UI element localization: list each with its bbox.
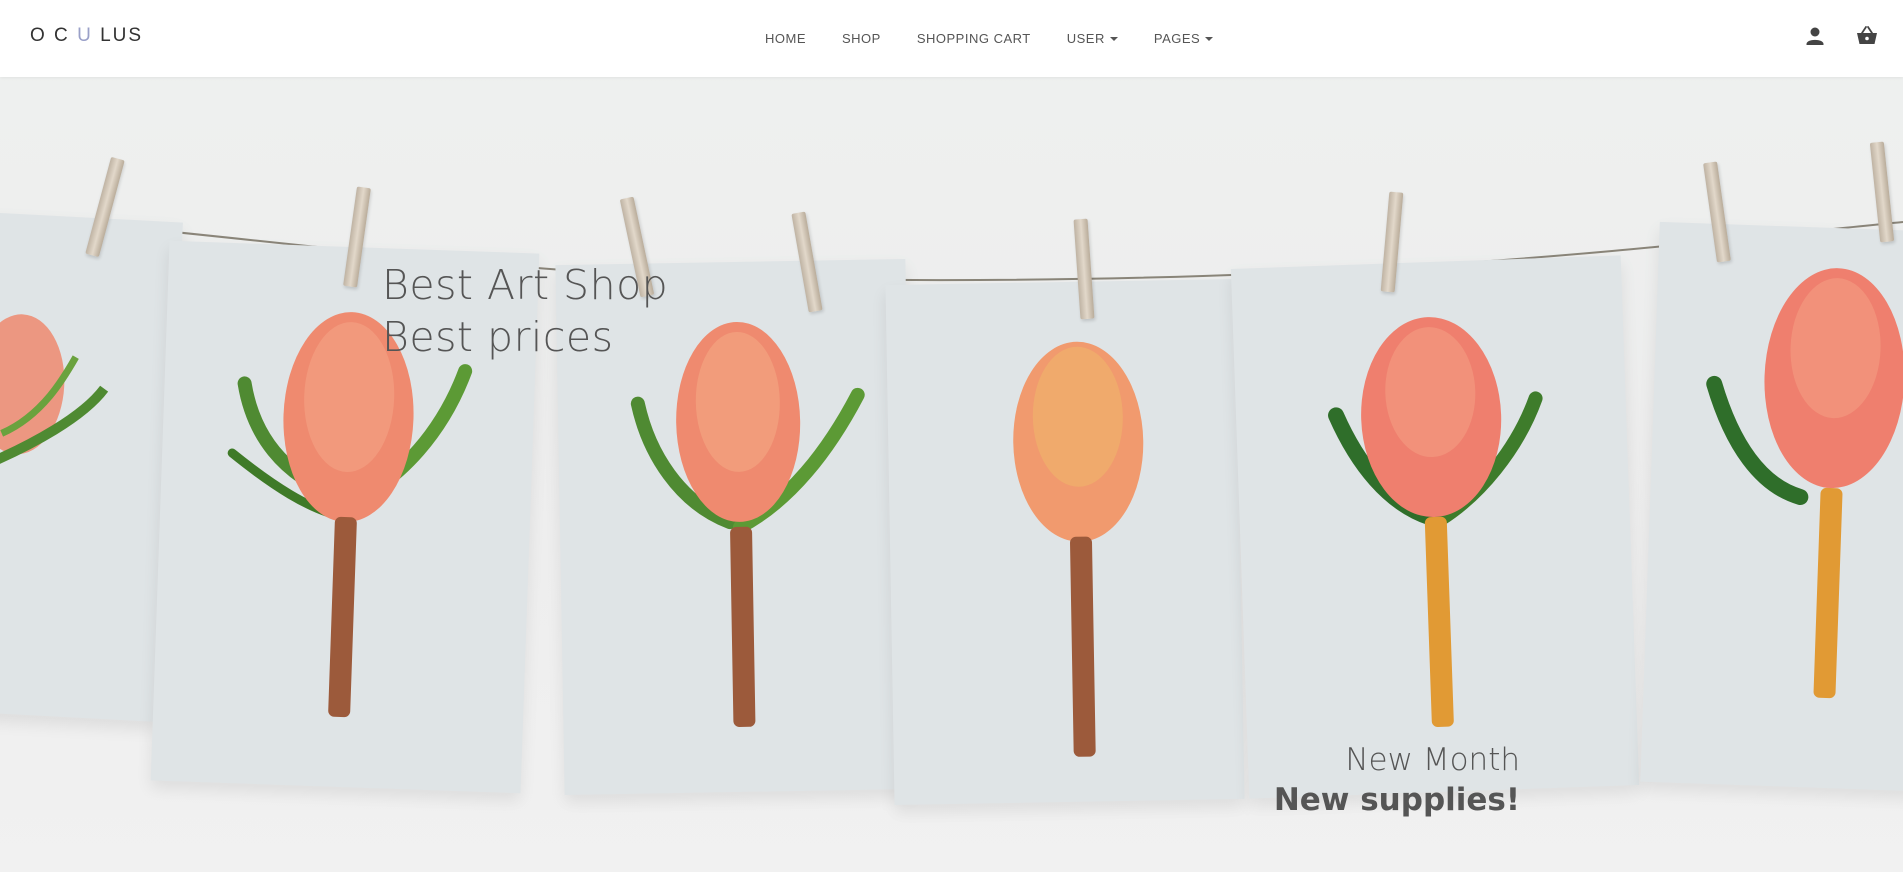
hero-carousel[interactable]: Best Art Shop Best prices New Month New … [0, 77, 1903, 872]
art-print-card [1230, 255, 1640, 799]
navbar: O C U LUS HOME SHOP SHOPPING CART USER P… [0, 0, 1903, 77]
hero-caption2-line2: New supplies! [1273, 782, 1520, 818]
user-icon[interactable] [1803, 24, 1827, 48]
basket-icon[interactable] [1855, 24, 1879, 48]
brand-text-part1: O C [30, 25, 78, 46]
nav-shopping-cart[interactable]: SHOPPING CART [917, 31, 1031, 46]
nav-home-label: HOME [765, 31, 806, 46]
nav-pages-label: PAGES [1153, 31, 1201, 46]
nav-shop[interactable]: SHOP [842, 31, 881, 46]
nav-user-label: USER [1066, 31, 1105, 46]
nav-home[interactable]: HOME [765, 31, 806, 46]
brand-text-part2: U [77, 25, 93, 46]
art-print-card [885, 278, 1245, 806]
caret-down-icon [1205, 36, 1214, 41]
caret-down-icon [1109, 36, 1118, 41]
art-print-card [1640, 221, 1903, 793]
nav-links: HOME SHOP SHOPPING CART USER PAGES [765, 0, 1249, 77]
hero-caption-best-art-shop: Best Art Shop Best prices [382, 259, 668, 363]
nav-shop-label: SHOP [842, 31, 881, 46]
nav-pages-dropdown[interactable]: PAGES [1153, 31, 1214, 46]
hero-caption-line1: Best Art Shop [382, 261, 669, 309]
hero-caption-new-month: New Month New supplies! [1274, 740, 1520, 820]
nav-shopping-cart-label: SHOPPING CART [916, 31, 1031, 46]
brand-logo[interactable]: O C U LUS [30, 25, 143, 47]
nav-icons [1775, 24, 1879, 48]
hero-caption2-line1: New Month [1345, 742, 1520, 778]
nav-user-dropdown[interactable]: USER [1067, 31, 1118, 46]
brand-text-part3: LUS [92, 25, 144, 46]
hero-caption-line2: Best prices [382, 313, 614, 361]
